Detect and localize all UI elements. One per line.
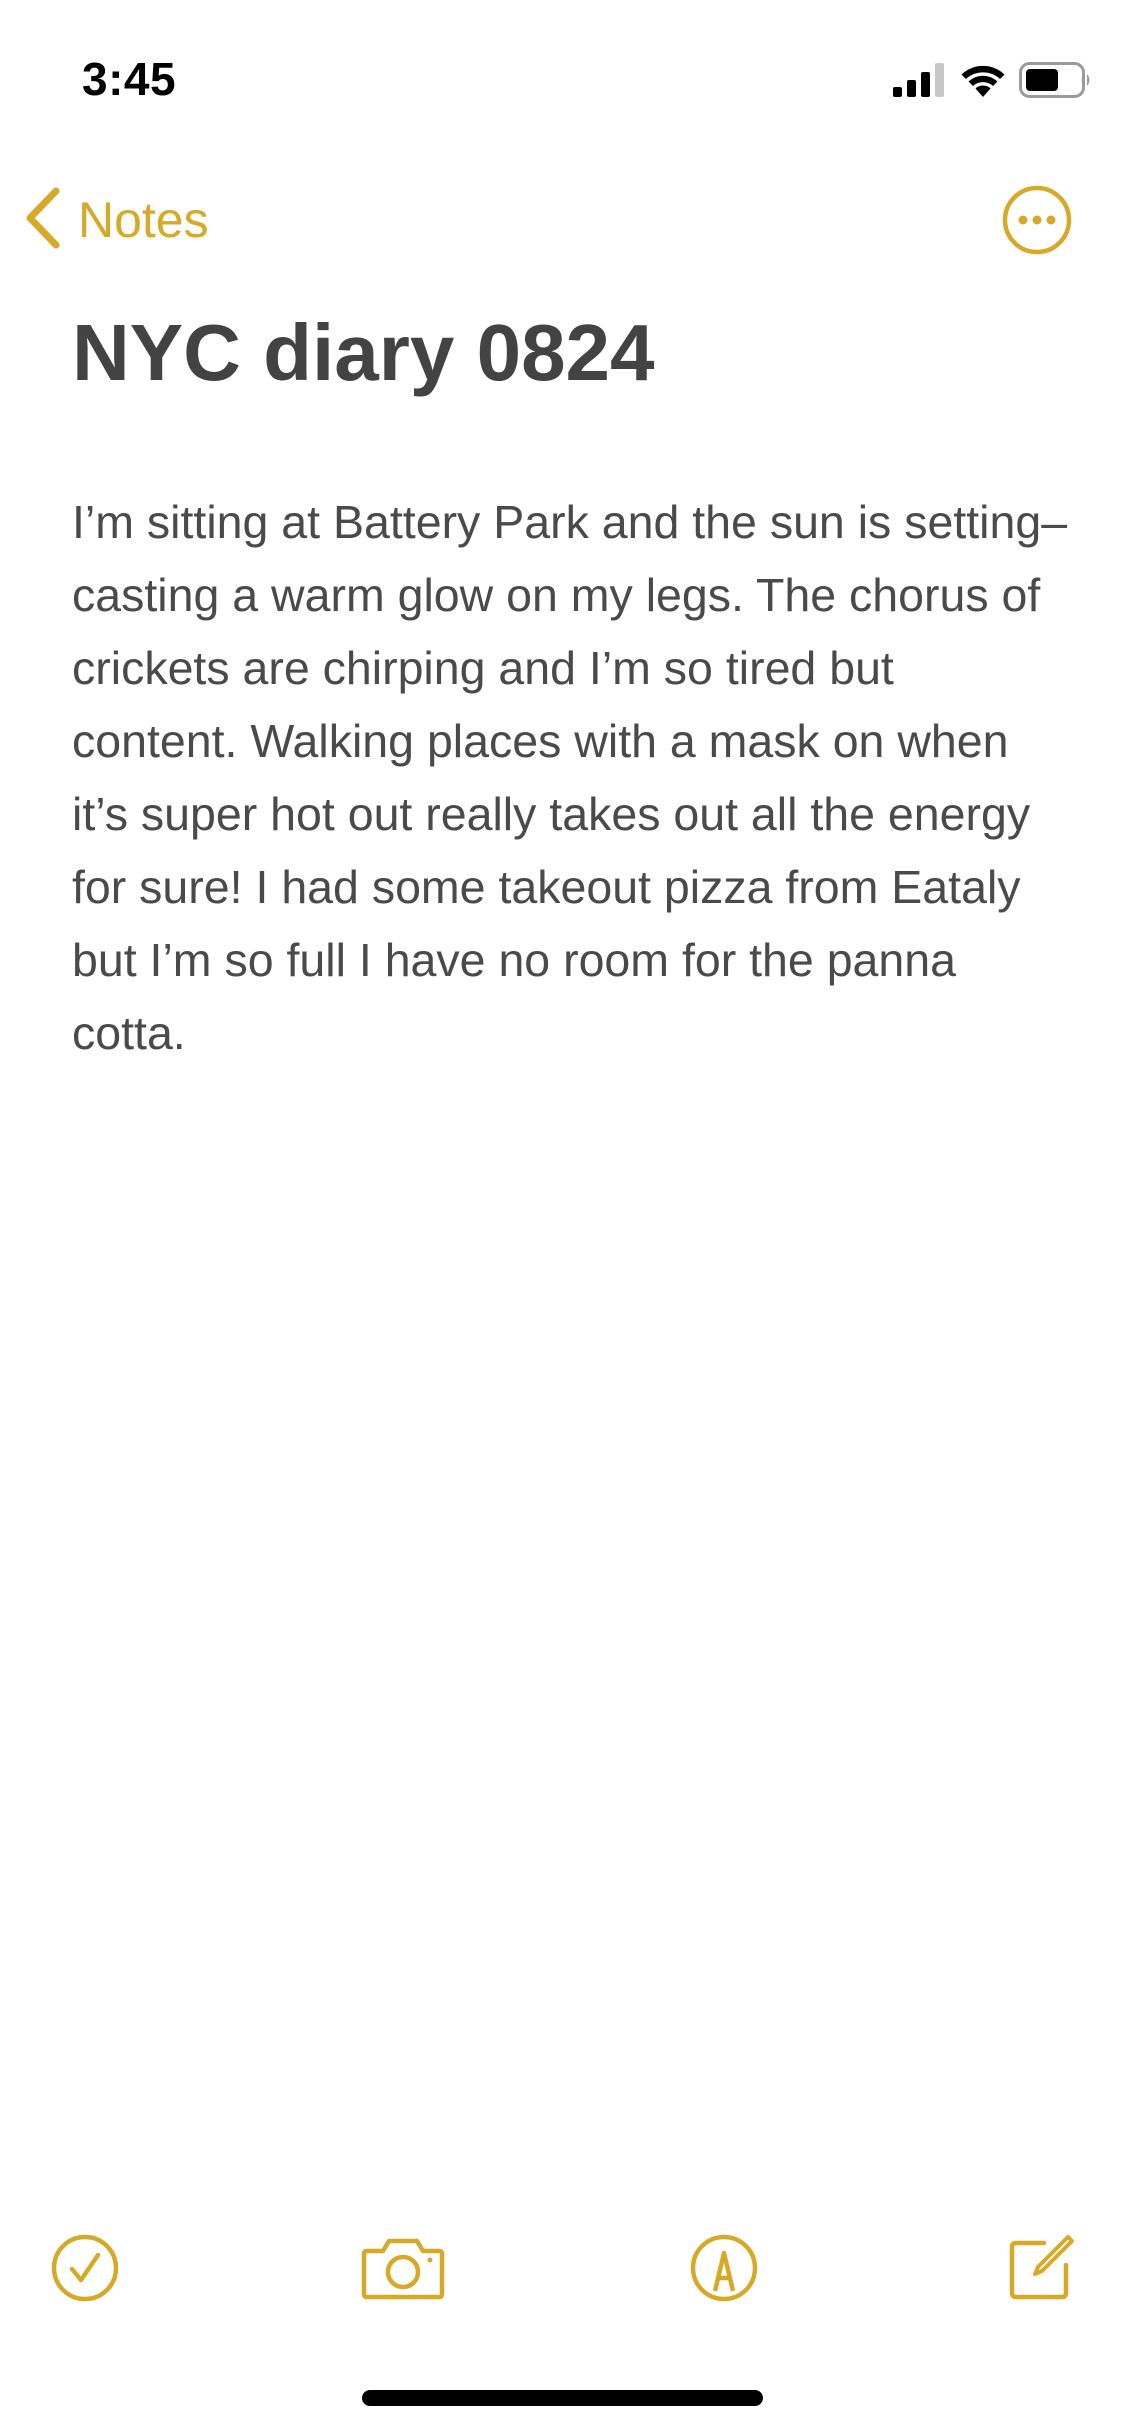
compose-icon (1006, 2233, 1076, 2308)
chevron-left-icon (24, 187, 62, 254)
wifi-icon (959, 63, 1007, 102)
status-time: 3:45 (82, 53, 177, 105)
home-indicator[interactable] (362, 2390, 763, 2406)
markup-icon (689, 2233, 759, 2308)
more-options-button[interactable] (1001, 184, 1073, 256)
markup-button[interactable] (679, 2225, 769, 2315)
battery-icon (1019, 61, 1093, 103)
compose-button[interactable] (996, 2225, 1086, 2315)
cellular-signal-icon (893, 62, 947, 102)
bottom-toolbar (0, 2225, 1125, 2315)
note-body[interactable]: I’m sitting at Battery Park and the sun … (72, 486, 1072, 1070)
ellipsis-circle-icon (1001, 185, 1073, 260)
note-title[interactable]: NYC diary 0824 (72, 305, 655, 401)
nav-bar: Notes (0, 170, 1125, 270)
checklist-icon (50, 2233, 120, 2308)
camera-button[interactable] (358, 2225, 448, 2315)
checklist-button[interactable] (40, 2225, 130, 2315)
camera-icon (361, 2235, 445, 2306)
back-label: Notes (78, 192, 209, 248)
status-bar: 3:45 (0, 0, 1125, 150)
status-icons (893, 60, 1093, 104)
back-button[interactable]: Notes (24, 184, 209, 256)
